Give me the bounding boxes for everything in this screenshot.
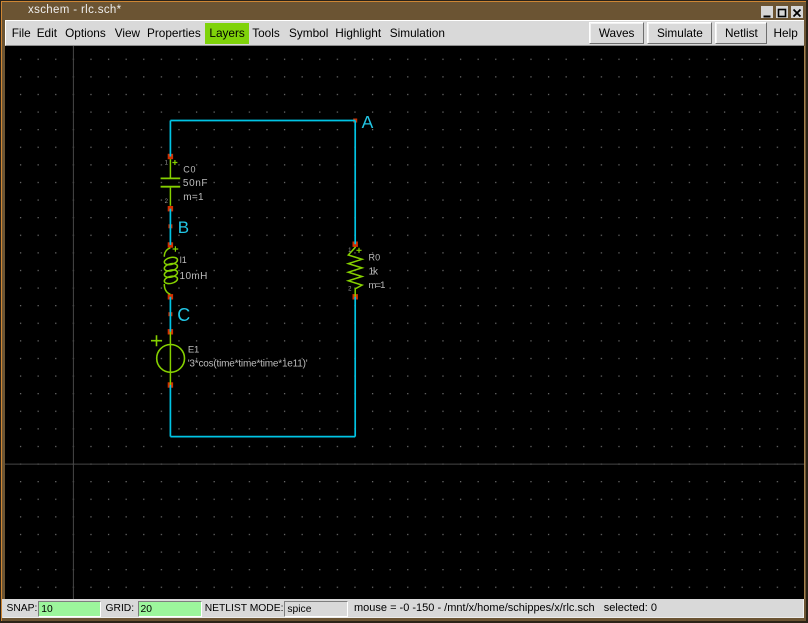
svg-text:E1: E1 — [188, 344, 199, 355]
svg-text:50nF: 50nF — [183, 178, 208, 189]
svg-text:l1: l1 — [180, 255, 187, 265]
svg-text:A: A — [362, 112, 374, 132]
svg-text:10mH: 10mH — [180, 271, 208, 282]
svg-text:C: C — [177, 305, 190, 325]
svg-text:C0: C0 — [183, 165, 195, 175]
svg-text:B: B — [178, 218, 189, 237]
svg-text:m=1: m=1 — [183, 192, 204, 203]
svg-text:R0: R0 — [369, 253, 381, 263]
svg-text:1k: 1k — [369, 267, 380, 278]
svg-text:'3*cos(time*time*time*1e11)': '3*cos(time*time*time*1e11)' — [188, 359, 308, 370]
svg-text:m=1: m=1 — [369, 280, 386, 291]
